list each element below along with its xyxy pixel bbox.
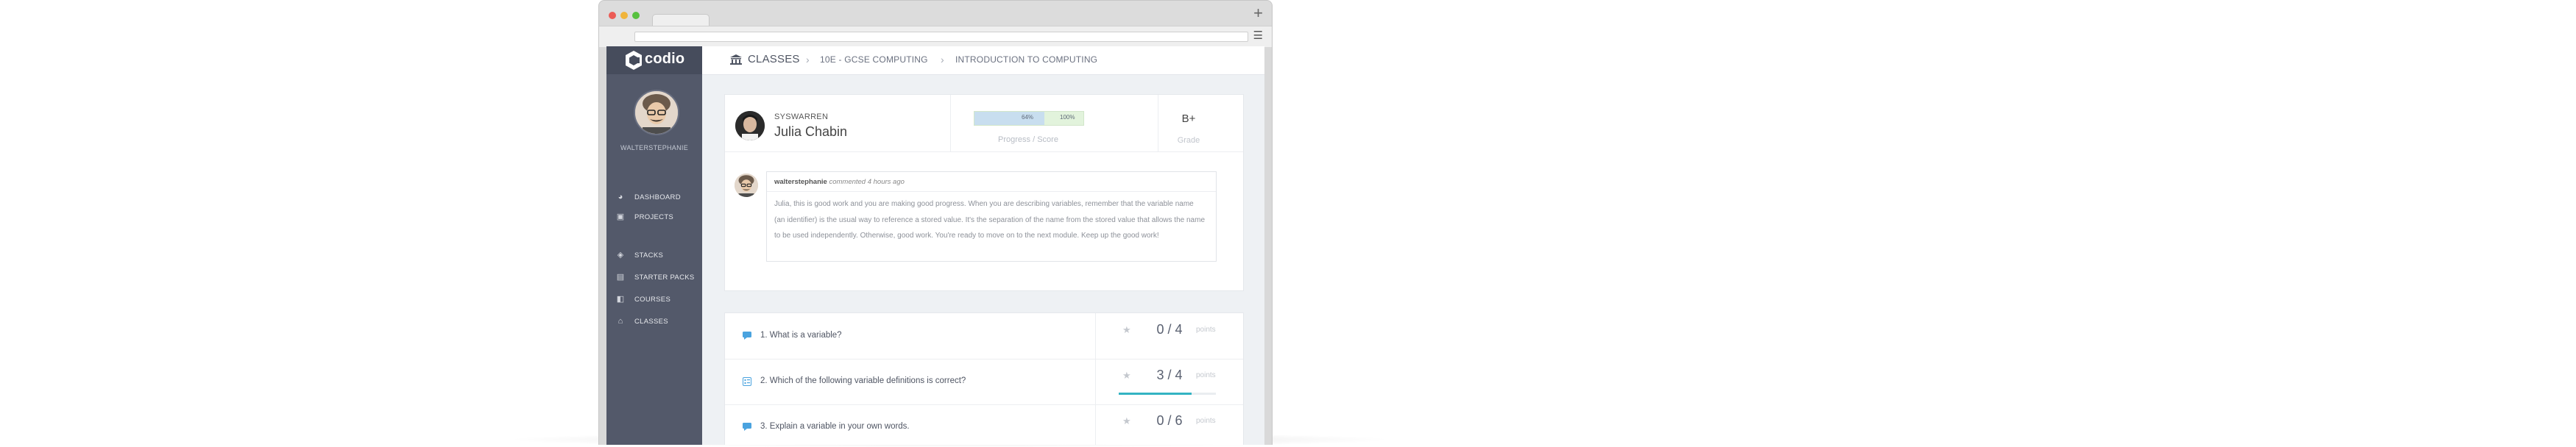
new-tab-icon[interactable]: + [1253, 5, 1263, 21]
comment-header: walterstephanie commented 4 hours ago [774, 178, 905, 186]
sidebar-item-label: STARTER PACKS [634, 273, 695, 282]
student-avatar[interactable] [735, 111, 765, 140]
breadcrumb-class[interactable]: 10E - GCSE COMPUTING [820, 54, 928, 65]
progress-fill [974, 112, 1044, 125]
score-percent: 100% [1060, 114, 1075, 121]
breadcrumb-unit[interactable]: INTRODUCTION TO COMPUTING [955, 54, 1097, 65]
question-score: 0 / 6 [1156, 413, 1183, 428]
question-label: 3. Explain a variable in your own words. [760, 422, 910, 431]
sidebar-item-label: DASHBOARD [634, 193, 681, 201]
user-avatar[interactable] [634, 90, 679, 135]
comment-text: Julia, this is good work and you are mak… [774, 200, 1206, 240]
sidebar: codio WALTERSTEPHANIE ◕ DASHBOARD ▣ PROJ… [606, 46, 702, 445]
chevron-right-icon: › [806, 54, 810, 65]
sidebar-item-stacks[interactable]: ◈ STACKS [615, 248, 663, 262]
sidebar-item-dashboard[interactable]: ◕ DASHBOARD [615, 190, 681, 204]
progress-caption: Progress / Score [998, 135, 1058, 144]
question-score: 3 / 4 [1156, 368, 1183, 382]
divider [767, 191, 1216, 192]
sidebar-item-label: CLASSES [634, 317, 668, 326]
address-bar[interactable] [634, 32, 1248, 42]
star-icon[interactable]: ★ [1122, 370, 1131, 382]
question-progress-bar [1119, 393, 1216, 395]
close-window-button[interactable] [609, 12, 616, 19]
sidebar-username[interactable]: WALTERSTEPHANIE [606, 144, 702, 151]
divider [1095, 313, 1096, 359]
checklist-icon [743, 377, 751, 386]
points-label: points [1196, 371, 1216, 379]
progress-bar: 64% 100% [974, 111, 1084, 126]
question-label: 1. What is a variable? [760, 331, 842, 340]
student-name: Julia Chabin [774, 124, 848, 139]
sidebar-item-starter-packs[interactable]: ▤ STARTER PACKS [615, 271, 695, 284]
question-label: 2. Which of the following variable defin… [760, 376, 966, 385]
question-score: 0 / 4 [1156, 322, 1183, 337]
logo-text: codio [645, 51, 685, 67]
commenter-photo [735, 174, 758, 197]
divider [950, 95, 951, 151]
sidebar-item-label: STACKS [634, 251, 664, 260]
comment-meta: commented 4 hours ago [829, 178, 905, 186]
question-row[interactable]: 3. Explain a variable in your own words.… [725, 404, 1243, 445]
institution-icon [730, 54, 742, 65]
points-label: points [1196, 417, 1216, 425]
sidebar-item-label: COURSES [634, 295, 671, 304]
breadcrumb: CLASSES › 10E - GCSE COMPUTING › INTRODU… [702, 46, 1264, 75]
question-row[interactable]: 1. What is a variable? ★ 0 / 4 points [725, 313, 1243, 360]
stack-icon: ◈ [617, 251, 624, 260]
browser-tab[interactable] [652, 14, 710, 26]
browser-toolbar: ☰ [599, 26, 1272, 47]
minimize-window-button[interactable] [620, 12, 628, 19]
progress-percent: 64% [1022, 114, 1034, 121]
points-label: points [1196, 326, 1216, 334]
browser-titlebar: + ☰ [599, 1, 1272, 47]
browser-window: + ☰ codio WALTERSTEPHANIE ◕ DASHBOARD ▣ … [598, 0, 1273, 445]
sidebar-item-classes[interactable]: ⌂ CLASSES [615, 315, 668, 328]
divider [725, 151, 1243, 152]
codio-app: codio WALTERSTEPHANIE ◕ DASHBOARD ▣ PROJ… [606, 46, 1264, 445]
sidebar-item-label: PROJECTS [634, 212, 674, 221]
comment-icon [743, 423, 751, 431]
commenter-avatar [735, 174, 758, 197]
question-row[interactable]: 2. Which of the following variable defin… [725, 359, 1243, 405]
grade-caption: Grade [1177, 136, 1200, 145]
document-icon: ▤ [616, 273, 625, 282]
star-icon[interactable]: ★ [1122, 324, 1131, 336]
divider [1095, 359, 1096, 404]
user-photo [635, 91, 678, 134]
browser-menu-icon[interactable]: ☰ [1253, 30, 1263, 42]
sidebar-item-courses[interactable]: ◧ COURSES [615, 293, 670, 306]
divider [1095, 404, 1096, 445]
dashboard-icon: ◕ [618, 193, 623, 201]
comment-icon [743, 332, 751, 340]
maximize-window-button[interactable] [632, 12, 640, 19]
questions-card: 1. What is a variable? ★ 0 / 4 points 2.… [724, 312, 1244, 445]
institution-icon: ⌂ [618, 317, 623, 326]
student-username: SYSWARREN [774, 112, 829, 121]
student-photo [735, 111, 765, 140]
sidebar-item-projects[interactable]: ▣ PROJECTS [615, 210, 673, 224]
briefcase-icon: ▣ [616, 212, 625, 221]
codio-logo-icon [626, 51, 642, 70]
book-icon: ◧ [616, 295, 625, 304]
breadcrumb-classes[interactable]: CLASSES [748, 53, 800, 65]
logo[interactable]: codio [606, 46, 702, 74]
chevron-right-icon: › [941, 54, 944, 65]
question-progress-fill [1119, 393, 1192, 395]
student-card: SYSWARREN Julia Chabin 64% 100% Progress… [724, 94, 1244, 291]
grade-value[interactable]: B+ [1159, 112, 1218, 125]
comment-author[interactable]: walterstephanie [774, 178, 827, 186]
comment-box: walterstephanie commented 4 hours ago Ju… [766, 171, 1217, 262]
star-icon[interactable]: ★ [1122, 415, 1131, 427]
